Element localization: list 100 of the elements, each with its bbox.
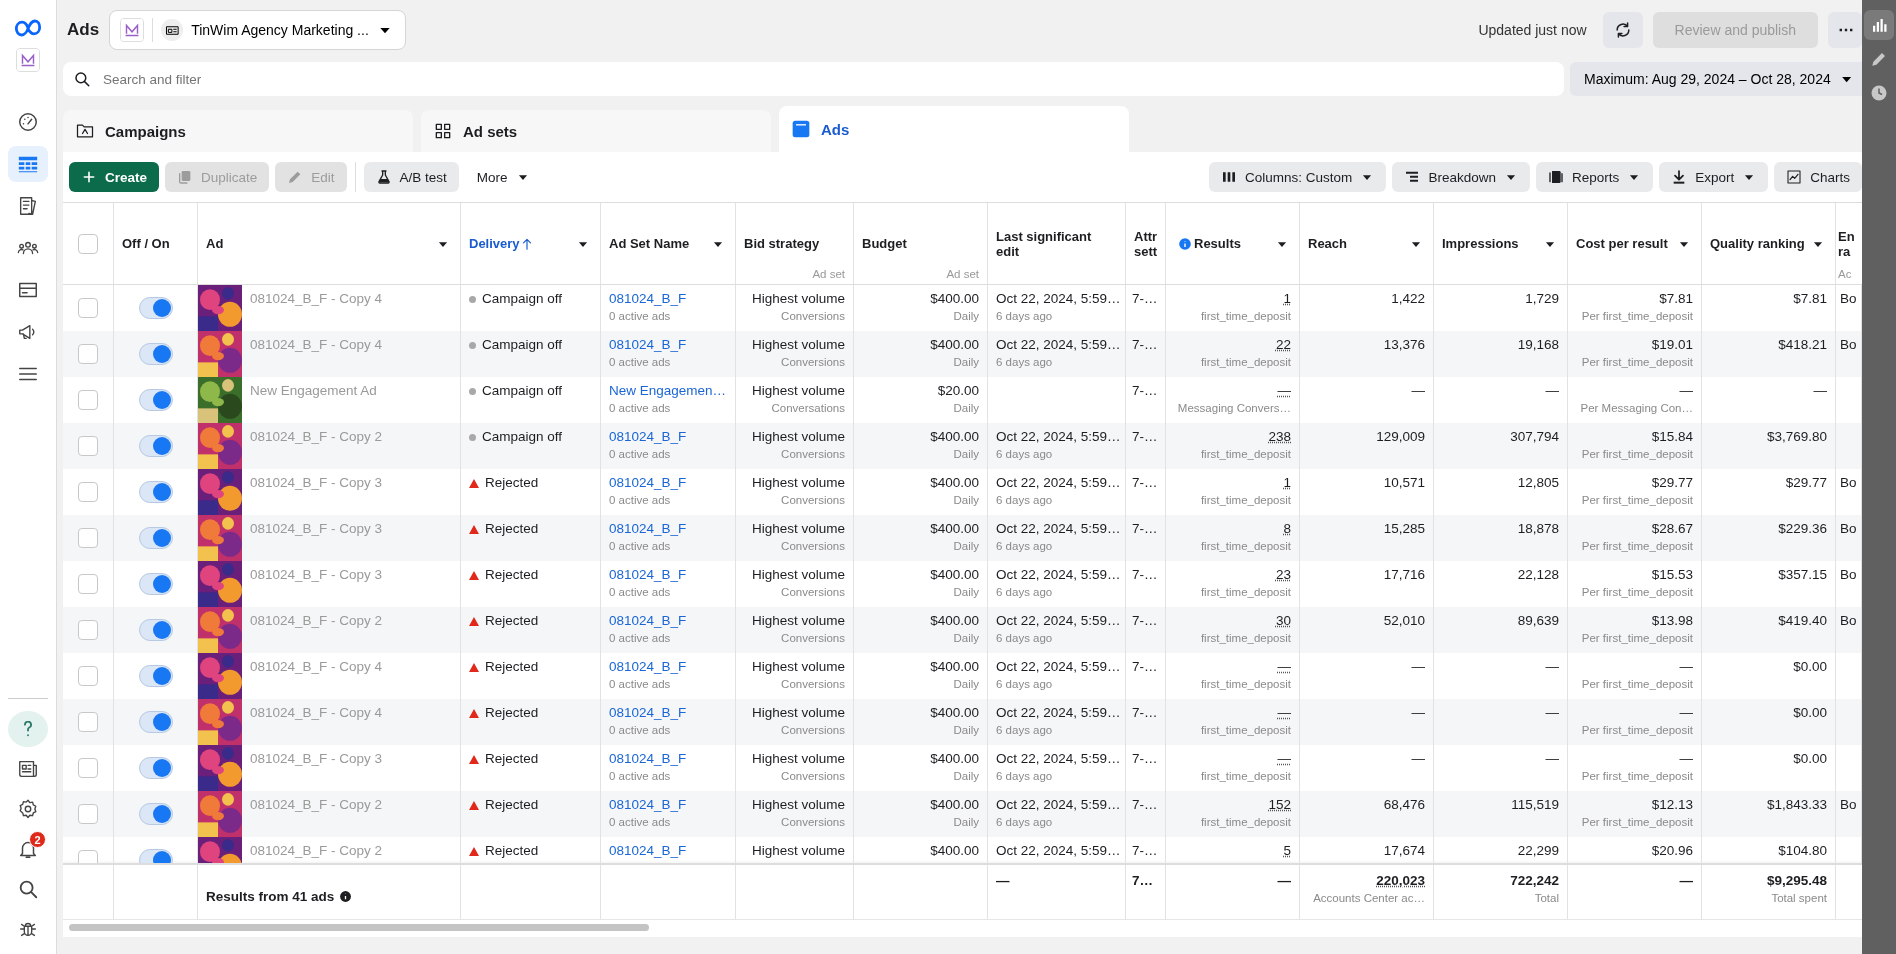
row-checkbox[interactable] — [78, 528, 98, 548]
row-checkbox[interactable] — [78, 666, 98, 686]
total-value: 220,023 — [1376, 873, 1425, 888]
row-checkbox[interactable] — [78, 298, 98, 318]
table-cell: Oct 22, 2024, 5:59… — [996, 567, 1117, 582]
row-checkbox[interactable] — [78, 574, 98, 594]
column-header[interactable]: Budget Ad set — [854, 203, 988, 284]
ad-set-link[interactable]: 081024_B_F — [609, 291, 727, 306]
toolbar-button[interactable]: Breakdown — [1392, 162, 1530, 192]
ad-set-link[interactable]: 081024_B_F — [609, 751, 727, 766]
ad-set-link[interactable]: 081024_B_F — [609, 613, 727, 628]
ad-set-link[interactable]: 081024_B_F — [609, 705, 727, 720]
table-cell: $419.40 — [1778, 613, 1827, 628]
toggle-switch[interactable] — [138, 343, 173, 365]
toolbar-button[interactable]: More — [464, 162, 542, 192]
row-checkbox[interactable] — [78, 482, 98, 502]
toggle-switch[interactable] — [138, 619, 173, 641]
toolbar-button[interactable]: A/B test — [363, 162, 459, 192]
ad-set-link[interactable]: New Engagemen… — [609, 383, 727, 398]
toggle-switch[interactable] — [138, 389, 173, 411]
ad-set-link[interactable]: 081024_B_F — [609, 659, 727, 674]
toolbar-button[interactable]: Reports — [1535, 162, 1654, 192]
toolbar-button[interactable]: Create — [69, 162, 160, 192]
sidebar-button[interactable] — [8, 146, 48, 182]
column-header[interactable]: Off / On — [114, 203, 198, 284]
tab[interactable]: Ads — [779, 106, 1129, 152]
total-value: 7… — [1132, 873, 1154, 888]
date-range-button[interactable]: Maximum: Aug 29, 2024 – Oct 28, 2024 — [1570, 62, 1862, 96]
cell-note: Daily — [953, 724, 979, 736]
toggle-switch[interactable] — [138, 665, 173, 687]
toggle-switch[interactable] — [138, 573, 173, 595]
table-cell: 15,285 — [1383, 521, 1425, 536]
ad-set-link[interactable]: 081024_B_F — [609, 797, 727, 812]
table-cell: $0.00 — [1793, 751, 1827, 766]
table-cell: 7-… — [1132, 337, 1157, 352]
cell-note: first_time_deposit — [1200, 356, 1291, 368]
cell-note: 6 days ago — [996, 724, 1054, 736]
ad-set-link[interactable]: 081024_B_F — [609, 843, 727, 858]
table-cell: $19.01 — [1651, 337, 1693, 352]
column-header[interactable]: Quality ranking — [1702, 203, 1836, 284]
column-header[interactable]: Ad Set Name — [601, 203, 736, 284]
row-checkbox[interactable] — [78, 436, 98, 456]
cell-note: 0 active ads — [609, 816, 672, 828]
toggle-switch[interactable] — [138, 711, 173, 733]
ad-set-link[interactable]: 081024_B_F — [609, 475, 727, 490]
account-selector[interactable]: TinWim Agency Marketing ... — [109, 10, 406, 50]
table-cell: — — [1277, 705, 1291, 720]
sidebar-button[interactable]: 2 — [8, 831, 48, 867]
ad-set-link[interactable]: 081024_B_F — [609, 429, 727, 444]
row-checkbox[interactable] — [78, 620, 98, 640]
ad-set-link[interactable]: 081024_B_F — [609, 337, 727, 352]
toolbar-button[interactable]: Export — [1659, 162, 1769, 192]
toggle-switch[interactable] — [138, 435, 173, 457]
column-header[interactable]: Reach — [1300, 203, 1434, 284]
table-cell: Rejected — [485, 705, 539, 720]
cell-note: Total spent — [1771, 892, 1827, 904]
row-checkbox[interactable] — [78, 390, 98, 410]
table-cell: $400.00 — [930, 567, 979, 582]
ad-set-link[interactable]: 081024_B_F — [609, 567, 727, 582]
column-header[interactable]: Attr sett — [1126, 203, 1166, 284]
cell-note: 6 days ago — [996, 632, 1054, 644]
column-header[interactable]: Bid strategy Ad set — [736, 203, 854, 284]
scrollbar[interactable] — [69, 924, 649, 931]
table-cell: 238 — [1268, 429, 1291, 444]
tab[interactable]: Campaigns — [63, 110, 413, 152]
cell-note: 0 active ads — [609, 494, 672, 506]
table-cell: — — [1813, 383, 1827, 398]
toolbar-button[interactable]: Columns: Custom — [1209, 162, 1387, 192]
cell-note: first_time_deposit — [1200, 724, 1291, 736]
refresh-button[interactable] — [1602, 12, 1643, 48]
cell-note: 0 active ads — [609, 540, 672, 552]
toggle-switch[interactable] — [138, 297, 173, 319]
column-label: Bid strategy — [744, 236, 820, 251]
tab[interactable]: Ad sets — [421, 110, 771, 152]
toolbar-button[interactable]: Charts — [1774, 162, 1862, 192]
row-checkbox[interactable] — [78, 758, 98, 778]
column-header[interactable]: Impressions — [1434, 203, 1568, 284]
row-checkbox[interactable] — [78, 804, 98, 824]
ad-set-link[interactable]: 081024_B_F — [609, 521, 727, 536]
column-header[interactable]: Delivery — [461, 203, 601, 284]
table-cell: 7-… — [1132, 429, 1157, 444]
table-cell: 19,168 — [1517, 337, 1559, 352]
toggle-switch[interactable] — [138, 481, 173, 503]
row-checkbox[interactable] — [78, 712, 98, 732]
table-cell: Rejected — [485, 843, 539, 858]
column-header[interactable]: Ad — [198, 203, 461, 284]
column-header[interactable]: Last significant edit — [988, 203, 1126, 284]
column-header[interactable]: Cost per result — [1568, 203, 1702, 284]
row-checkbox[interactable] — [78, 344, 98, 364]
column-header[interactable]: En ra Ac — [1836, 203, 1862, 284]
table-cell: 7-… — [1132, 613, 1157, 628]
search-field[interactable]: Search and filter — [63, 62, 1564, 96]
toggle-switch[interactable] — [138, 527, 173, 549]
column-header[interactable]: Results — [1166, 203, 1300, 284]
table-cell: 89,639 — [1517, 613, 1559, 628]
select-all-checkbox[interactable] — [78, 233, 98, 254]
rail-button[interactable] — [1864, 10, 1894, 40]
cell-note: Daily — [953, 540, 979, 552]
toggle-switch[interactable] — [138, 803, 173, 825]
toggle-switch[interactable] — [138, 757, 173, 779]
